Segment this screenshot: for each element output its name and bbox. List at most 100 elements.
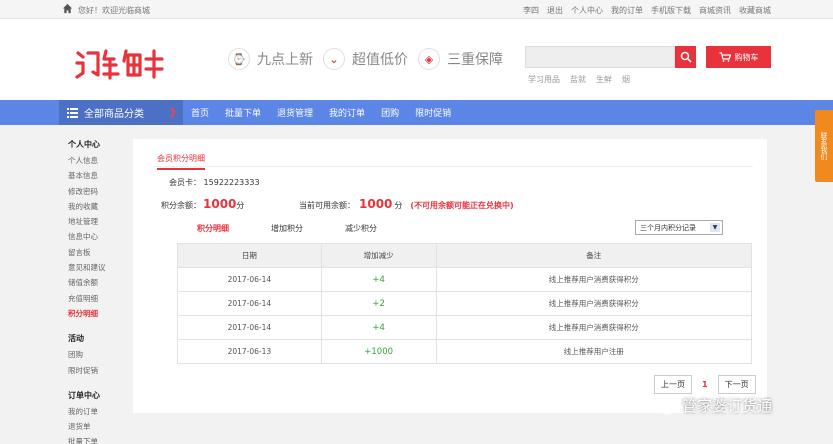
sidebar-section-activity: 活动 — [68, 334, 84, 344]
nav-item-returns[interactable]: 退货管理 — [277, 106, 313, 119]
table-row: 2017-06-14 +4 线上推荐用户消费获得积分 — [177, 267, 753, 292]
cell-note: 线上推荐用户消费获得积分 — [435, 291, 753, 316]
table-row: 2017-06-14 +4 线上推荐用户消费获得积分 — [177, 315, 753, 340]
sidebar-item-stored-balance[interactable]: 储值余额 — [68, 275, 128, 290]
available-value: 1000 — [359, 197, 393, 211]
top-link-news[interactable]: 商城资讯 — [699, 5, 731, 16]
sidebar-item-feedback[interactable]: 意见和建议 — [68, 260, 128, 275]
sidebar-item-bulk-order[interactable]: 批量下单 — [68, 434, 128, 444]
shield-icon: ◈ — [418, 48, 440, 70]
balance-unit: 分 — [236, 201, 245, 210]
points-panel: 会员积分明细 会员卡： 15922223333 积分余额： 1000 分 当前可… — [133, 139, 767, 413]
column-header-date: 日期 — [177, 243, 322, 268]
all-categories-menu[interactable]: 全部商品分类 ❯ — [59, 100, 183, 125]
sidebar-item-messages[interactable]: 信息中心 — [68, 229, 128, 244]
promo-list: ⌚ 九点上新 ⌄ 超值低价 ◈ 三重保障 — [228, 48, 503, 70]
cell-change: +2 — [320, 291, 437, 316]
main-nav: 全部商品分类 ❯ 首页 批量下单 退货管理 我的订单 团购 限时促销 — [0, 100, 833, 125]
subtab-points-reduced[interactable]: 减少积分 — [345, 223, 377, 234]
header: ⌚ 九点上新 ⌄ 超值低价 ◈ 三重保障 购物车 学习用品 盐就 生鲜 烟 — [0, 19, 833, 100]
wechat-icon — [650, 396, 675, 414]
nav-item-home[interactable]: 首页 — [191, 106, 209, 119]
cell-note: 线上推荐用户消费获得积分 — [435, 267, 753, 292]
table-row: 2017-06-13 +1000 线上推荐用户注册 — [177, 339, 753, 364]
search-input[interactable] — [525, 46, 675, 68]
nav-item-my-orders[interactable]: 我的订单 — [329, 106, 365, 119]
divider — [153, 166, 753, 167]
tab-member-points[interactable]: 会员积分明细 — [157, 153, 205, 170]
subtab-points-added[interactable]: 增加积分 — [271, 223, 303, 234]
sidebar-item-flash-sale[interactable]: 限时促销 — [68, 363, 128, 378]
range-select[interactable]: 三个月内积分记录 ▼ — [635, 220, 723, 235]
top-link-personal-center[interactable]: 个人中心 — [571, 5, 603, 16]
points-table: 日期 增加减少 备注 2017-06-14 +4 线上推荐用户消费获得积分 20… — [177, 243, 753, 364]
all-categories-label: 全部商品分类 — [84, 109, 144, 120]
cell-change: +4 — [320, 315, 437, 340]
hot-keywords: 学习用品 盐就 生鲜 烟 — [528, 74, 630, 85]
clock-icon: ⌚ — [228, 48, 250, 70]
down-arrow-icon: ⌄ — [323, 48, 345, 70]
top-link-username[interactable]: 李四 — [523, 5, 539, 16]
member-card-label: 会员卡： — [169, 178, 201, 187]
top-link-my-orders[interactable]: 我的订单 — [611, 5, 643, 16]
points-subtabs: 积分明细 增加积分 减少积分 — [197, 223, 377, 234]
cell-date: 2017-06-14 — [177, 315, 322, 340]
watermark: 管家婆订货通 — [650, 395, 772, 416]
promo-guarantee: ◈ 三重保障 — [418, 48, 503, 70]
promo-label: 超值低价 — [352, 52, 408, 68]
subtab-points-details[interactable]: 积分明细 — [197, 223, 229, 234]
available-balance: 当前可用余额： 1000 分 (不可用余额可能正在兑换中) — [299, 197, 514, 211]
sidebar-item-basic-info[interactable]: 基本信息 — [68, 168, 128, 183]
available-unit: 分 — [394, 201, 403, 210]
top-links: 李四 退出 个人中心 我的订单 手机版下载 商城资讯 收藏商城 — [523, 5, 771, 16]
hotword[interactable]: 烟 — [622, 74, 630, 85]
nav-item-flash-sale[interactable]: 限时促销 — [415, 106, 451, 119]
promo-label: 三重保障 — [447, 52, 503, 68]
home-icon[interactable] — [62, 3, 73, 14]
cell-date: 2017-06-14 — [177, 291, 322, 316]
cell-change: +4 — [320, 267, 437, 292]
sidebar-item-addresses[interactable]: 地址管理 — [68, 214, 128, 229]
site-logo[interactable] — [74, 45, 168, 81]
contact-label: 联系我们 — [820, 132, 828, 160]
column-header-change: 增加减少 — [320, 243, 437, 268]
top-bar: 您好！欢迎光临商城 李四 退出 个人中心 我的订单 手机版下载 商城资讯 收藏商… — [0, 0, 833, 19]
hotword[interactable]: 学习用品 — [528, 74, 560, 85]
sidebar-section-orders: 订单中心 — [68, 390, 100, 400]
chevron-down-icon: ❯ — [168, 107, 177, 118]
available-label: 当前可用余额： — [299, 201, 355, 210]
member-card-number: 15922223333 — [203, 178, 260, 187]
nav-item-bulk-order[interactable]: 批量下单 — [225, 106, 261, 119]
cart-icon — [719, 52, 731, 62]
sidebar-item-favorites[interactable]: 我的收藏 — [68, 199, 128, 214]
cart-button[interactable]: 购物车 — [706, 46, 771, 68]
sidebar-item-personal-info[interactable]: 个人信息 — [68, 153, 128, 168]
cell-note: 线上推荐用户注册 — [435, 339, 753, 364]
top-link-logout[interactable]: 退出 — [547, 5, 563, 16]
next-page-button[interactable]: 下一页 — [717, 375, 756, 394]
top-link-bookmark[interactable]: 收藏商城 — [739, 5, 771, 16]
sidebar-item-return-orders[interactable]: 退货单 — [68, 419, 128, 434]
table-header-row: 日期 增加减少 备注 — [177, 243, 753, 268]
hotword[interactable]: 生鲜 — [596, 74, 612, 85]
sidebar-item-my-orders[interactable]: 我的订单 — [68, 404, 128, 419]
hotword[interactable]: 盐就 — [570, 74, 586, 85]
nav-item-group-buy[interactable]: 团购 — [381, 106, 399, 119]
current-page[interactable]: 1 — [698, 380, 712, 389]
balance-value: 1000 — [203, 197, 237, 211]
search-button[interactable] — [675, 46, 696, 68]
prev-page-button[interactable]: 上一页 — [654, 375, 692, 394]
sidebar-item-group-buy[interactable]: 团购 — [68, 347, 128, 362]
member-card: 会员卡： 15922223333 — [169, 177, 260, 188]
sidebar-item-recharge-details[interactable]: 充值明细 — [68, 291, 128, 306]
promo-new: ⌚ 九点上新 — [228, 48, 313, 70]
cell-date: 2017-06-14 — [177, 267, 322, 292]
nav-items: 首页 批量下单 退货管理 我的订单 团购 限时促销 — [191, 100, 451, 125]
cell-date: 2017-06-13 — [177, 339, 322, 364]
sidebar-item-guestbook[interactable]: 留言板 — [68, 245, 128, 260]
sidebar-item-points-details[interactable]: 积分明细 — [68, 306, 128, 321]
contact-us-button[interactable]: 联系我们 — [815, 110, 833, 182]
top-link-mobile[interactable]: 手机版下载 — [651, 5, 691, 16]
range-select-value: 三个月内积分记录 — [640, 223, 696, 232]
sidebar-item-change-password[interactable]: 修改密码 — [68, 184, 128, 199]
